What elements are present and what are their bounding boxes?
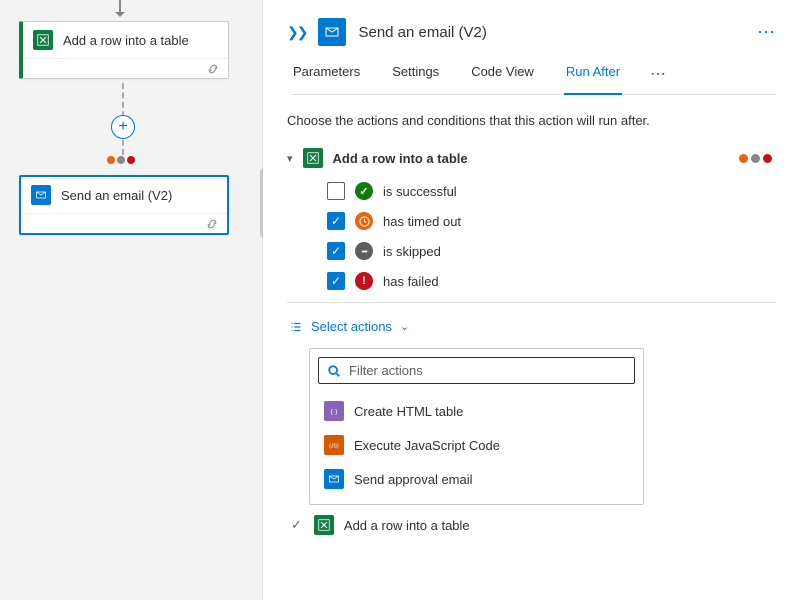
arrow-down-icon: [119, 0, 121, 14]
more-menu-button[interactable]: ⋯: [757, 22, 776, 43]
selected-action-row[interactable]: ✓ Add a row into a table: [287, 505, 776, 543]
minus-icon: [355, 242, 373, 260]
excel-icon: [314, 515, 334, 535]
predecessor-action-name: Add a row into a table: [333, 151, 729, 166]
step-title: Send an email (V2): [61, 188, 172, 203]
flow-canvas: Add a row into a table + Send an email (…: [0, 0, 263, 600]
condition-row: has timed out: [327, 212, 776, 230]
check-icon: ✓: [291, 517, 302, 533]
separator: [287, 302, 776, 303]
tab-run-after[interactable]: Run After: [564, 64, 622, 95]
option-send-approval[interactable]: Send approval email: [318, 462, 635, 496]
condition-row: is skipped: [327, 242, 776, 260]
outlook-icon: [318, 18, 346, 46]
checkbox-failed[interactable]: [327, 272, 345, 290]
condition-row: ✓ is successful: [327, 182, 776, 200]
panel-description: Choose the actions and conditions that t…: [287, 113, 776, 128]
add-step-button[interactable]: +: [111, 115, 135, 139]
step-send-email[interactable]: Send an email (V2): [19, 175, 229, 235]
option-label: Create HTML table: [354, 404, 463, 419]
connection-icon[interactable]: [206, 62, 220, 76]
tab-bar: Parameters Settings Code View Run After …: [291, 64, 776, 95]
actions-picker: {·} Create HTML table {JS} Execute JavaS…: [309, 348, 644, 505]
list-icon: [289, 320, 303, 334]
condition-row: ! has failed: [327, 272, 776, 290]
checkbox-skipped[interactable]: [327, 242, 345, 260]
filter-input[interactable]: [349, 363, 626, 378]
excel-icon: [303, 148, 323, 168]
svg-text:{·}: {·}: [331, 408, 339, 415]
step-add-row[interactable]: Add a row into a table: [19, 21, 229, 79]
checkbox-timed-out[interactable]: [327, 212, 345, 230]
connection-icon[interactable]: [205, 217, 219, 231]
search-icon: [327, 364, 341, 378]
condition-label: has timed out: [383, 214, 461, 229]
alert-icon: !: [355, 272, 373, 290]
clock-icon: [355, 212, 373, 230]
tabs-overflow-button[interactable]: ⋯: [650, 64, 666, 94]
run-after-dots: [107, 156, 135, 164]
selected-action-label: Add a row into a table: [344, 518, 470, 533]
code-icon: {JS}: [324, 435, 344, 455]
tab-settings[interactable]: Settings: [390, 64, 441, 94]
filter-field[interactable]: [318, 357, 635, 384]
collapse-panel-button[interactable]: ❯❯: [287, 24, 306, 41]
tab-parameters[interactable]: Parameters: [291, 64, 362, 94]
select-actions-button[interactable]: Select actions ⌄: [287, 319, 776, 334]
option-create-html-table[interactable]: {·} Create HTML table: [318, 394, 635, 428]
operation-icon: {·}: [324, 401, 344, 421]
tab-code-view[interactable]: Code View: [469, 64, 536, 94]
option-execute-js[interactable]: {JS} Execute JavaScript Code: [318, 428, 635, 462]
success-icon: ✓: [355, 182, 373, 200]
condition-label: has failed: [383, 274, 439, 289]
outlook-icon: [324, 469, 344, 489]
chevron-down-icon: ⌄: [400, 320, 409, 333]
svg-text:{JS}: {JS}: [329, 443, 339, 449]
condition-label: is skipped: [383, 244, 441, 259]
option-label: Execute JavaScript Code: [354, 438, 500, 453]
outlook-icon: [31, 185, 51, 205]
panel-title: Send an email (V2): [358, 24, 745, 41]
status-dots: [739, 154, 772, 163]
chevron-down-icon[interactable]: ▾: [287, 152, 293, 165]
checkbox-successful[interactable]: [327, 182, 345, 200]
details-panel: ❯❯ Send an email (V2) ⋯ Parameters Setti…: [263, 0, 800, 600]
excel-icon: [33, 30, 53, 50]
select-actions-label: Select actions: [311, 319, 392, 334]
condition-label: is successful: [383, 184, 457, 199]
option-label: Send approval email: [354, 472, 473, 487]
step-title: Add a row into a table: [63, 33, 189, 48]
